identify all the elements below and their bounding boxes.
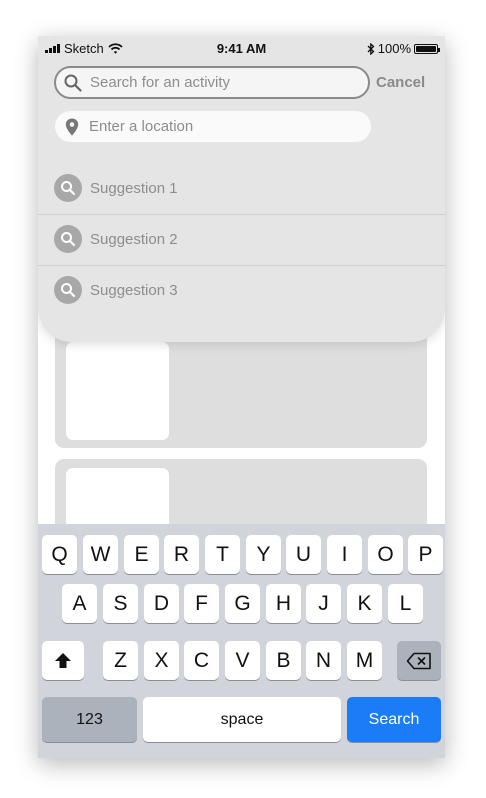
key-l[interactable]: L	[388, 584, 423, 623]
suggestion-item[interactable]: Suggestion 3	[38, 265, 445, 315]
suggestion-item[interactable]: Suggestion 1	[38, 163, 445, 213]
backspace-icon	[406, 652, 431, 669]
suggestion-label: Suggestion 3	[90, 281, 178, 299]
key-g[interactable]: G	[225, 584, 260, 623]
key-u[interactable]: U	[286, 535, 321, 574]
keyboard: Q W E R T Y U I O P A S D F G H J K L Z …	[38, 524, 445, 758]
delete-key[interactable]	[397, 641, 441, 680]
key-d[interactable]: D	[144, 584, 179, 623]
suggestion-search-icon	[54, 174, 82, 202]
key-t[interactable]: T	[205, 535, 240, 574]
space-key[interactable]: space	[143, 697, 341, 742]
cancel-button[interactable]: Cancel	[376, 74, 425, 91]
key-c[interactable]: C	[184, 641, 219, 680]
key-y[interactable]: Y	[246, 535, 281, 574]
key-o[interactable]: O	[368, 535, 403, 574]
search-field[interactable]	[54, 66, 370, 99]
result-card-thumbnail	[66, 342, 169, 440]
battery-percent: 100%	[377, 41, 411, 56]
key-r[interactable]: R	[164, 535, 199, 574]
search-icon	[64, 74, 82, 92]
status-right: 100%	[367, 41, 440, 56]
search-input[interactable]	[90, 74, 360, 91]
key-q[interactable]: Q	[42, 535, 77, 574]
key-s[interactable]: S	[103, 584, 138, 623]
key-z[interactable]: Z	[103, 641, 138, 680]
phone-screen: Sketch 9:41 AM 100% Search for an activi…	[38, 36, 445, 758]
search-key[interactable]: Search	[347, 697, 441, 742]
battery-icon	[414, 43, 440, 54]
shift-key[interactable]	[42, 641, 84, 680]
key-h[interactable]: H	[266, 584, 301, 623]
search-overlay: Sketch 9:41 AM 100% Search for an activi…	[38, 36, 445, 342]
suggestion-search-icon	[54, 225, 82, 253]
result-card[interactable]	[55, 326, 427, 448]
suggestion-search-icon	[54, 276, 82, 304]
key-e[interactable]: E	[124, 535, 159, 574]
suggestion-item[interactable]: Suggestion 2	[38, 214, 445, 264]
key-x[interactable]: X	[144, 641, 179, 680]
suggestion-label: Suggestion 2	[90, 230, 178, 248]
key-w[interactable]: W	[83, 535, 118, 574]
bluetooth-icon	[367, 42, 375, 55]
key-b[interactable]: B	[266, 641, 301, 680]
key-j[interactable]: J	[306, 584, 341, 623]
location-field[interactable]	[55, 111, 371, 142]
key-p[interactable]: P	[408, 535, 443, 574]
key-m[interactable]: M	[347, 641, 382, 680]
key-n[interactable]: N	[306, 641, 341, 680]
shift-icon	[55, 653, 71, 668]
key-f[interactable]: F	[184, 584, 219, 623]
key-a[interactable]: A	[62, 584, 97, 623]
numbers-key[interactable]: 123	[42, 697, 137, 742]
location-pin-icon	[65, 118, 79, 135]
key-i[interactable]: I	[327, 535, 362, 574]
status-bar: Sketch 9:41 AM 100%	[38, 36, 445, 62]
suggestion-label: Suggestion 1	[90, 179, 178, 197]
key-k[interactable]: K	[347, 584, 382, 623]
location-input[interactable]	[89, 118, 359, 135]
key-v[interactable]: V	[225, 641, 260, 680]
